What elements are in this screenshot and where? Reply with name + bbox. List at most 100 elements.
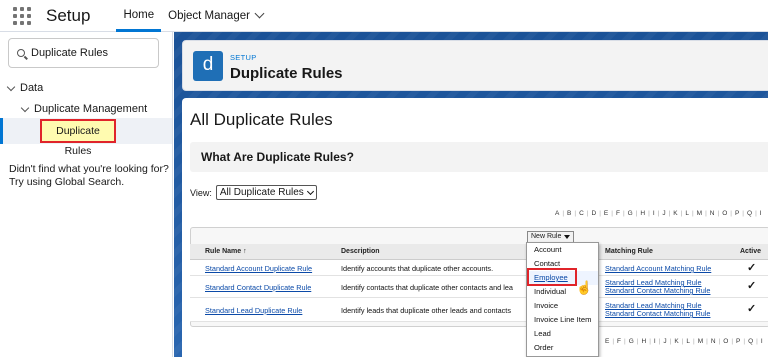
alphabet-letter[interactable]: I (654, 338, 656, 345)
alphabet-separator: | (622, 210, 625, 217)
alphabet-letter[interactable]: E (604, 210, 608, 217)
alphabet-letter[interactable]: F (617, 338, 621, 345)
help-line-1: Didn't find what you're looking for? (9, 163, 169, 175)
alphabet-letter[interactable]: N (711, 338, 716, 345)
alphabet-letter[interactable]: J (662, 210, 665, 217)
alphabet-separator: | (599, 210, 601, 217)
alphabet-letter[interactable]: E (605, 338, 609, 345)
column-rule-name[interactable]: Rule Name ↑ (205, 244, 247, 260)
tab-home[interactable]: Home (116, 0, 162, 32)
alphabet-letter[interactable]: M (697, 210, 702, 217)
app-name: Setup (46, 5, 91, 25)
global-header: Setup Home Object Manager (0, 0, 768, 32)
chevron-down-icon[interactable] (254, 8, 265, 19)
rule-name-link[interactable]: Standard Contact Duplicate Rule (205, 283, 311, 292)
dropdown-item[interactable]: Invoice Line Item (527, 313, 598, 327)
view-row: View: All Duplicate Rules (190, 185, 317, 200)
alphabet-separator: | (658, 338, 661, 345)
alphabet-letter[interactable]: F (616, 210, 620, 217)
alphabet-letter[interactable]: N (710, 210, 715, 217)
alphabet-separator: | (668, 210, 671, 217)
view-select[interactable]: All Duplicate Rules (215, 185, 317, 200)
search-icon (17, 49, 25, 57)
page-title: Duplicate Rules (230, 65, 343, 82)
tab-object-manager-label: Object Manager (168, 9, 250, 22)
alphabet-letter[interactable]: D (592, 210, 597, 217)
what-are-rules-box[interactable]: What Are Duplicate Rules? (190, 142, 768, 172)
hand-cursor-icon: ☝ (576, 280, 593, 295)
duplicate-rules-icon: d (193, 51, 223, 81)
alphabet-letter[interactable]: B (567, 210, 571, 217)
alphabet-letter[interactable]: H (642, 338, 647, 345)
alphabet-separator: | (680, 210, 683, 217)
app-launcher-icon[interactable] (13, 6, 31, 25)
alphabet-separator: | (691, 210, 694, 217)
alphabet-letter[interactable]: I (761, 338, 763, 345)
matching-rule-link[interactable]: Standard Account Matching Rule (605, 264, 711, 273)
alphabet-letter[interactable]: A (555, 210, 559, 217)
alphabet-separator: | (756, 338, 758, 345)
section-heading: All Duplicate Rules (190, 110, 333, 129)
dropdown-item[interactable]: Lead (527, 327, 598, 341)
alphabet-separator: | (730, 210, 732, 217)
alphabet-letter[interactable]: K (673, 210, 677, 217)
view-label: View: (190, 187, 212, 198)
rule-description: Identify accounts that duplicate other a… (341, 264, 494, 273)
tree-item-label: Data (20, 82, 44, 94)
rule-name-link[interactable]: Standard Account Duplicate Rule (205, 264, 312, 273)
alphabet-letter[interactable]: Q (748, 338, 753, 345)
column-matching-rule[interactable]: Matching Rule (605, 244, 653, 260)
active-checkmark-icon: ✓ (747, 280, 757, 292)
alphabet-separator: | (562, 210, 565, 217)
alphabet-letter[interactable]: G (628, 210, 633, 217)
what-are-rules-title: What Are Duplicate Rules? (201, 150, 354, 164)
column-description[interactable]: Description (341, 244, 380, 260)
dropdown-item[interactable]: Account (527, 243, 598, 257)
column-active[interactable]: Active (740, 244, 761, 260)
alphabet-separator: | (612, 338, 615, 345)
tree-item-data[interactable]: Data (6, 82, 44, 94)
chevron-down-icon[interactable] (6, 82, 16, 91)
alphabet-letter[interactable]: I (760, 210, 762, 217)
alphabet-separator: | (705, 210, 707, 217)
alphabet-letter[interactable]: O (723, 338, 728, 345)
view-select-value: All Duplicate Rules (219, 187, 304, 198)
setup-sidebar: Duplicate Rules Data Duplicate Managemen… (0, 32, 173, 357)
alphabet-letter[interactable]: J (663, 338, 666, 345)
employee-highlight-box (527, 268, 577, 286)
alphabet-filter: A | B | C | D | E | F | G | H | I | J | K | L | M | N | O | P | Q | I (555, 210, 768, 217)
alphabet-separator: | (755, 210, 757, 217)
chevron-down-icon[interactable] (20, 103, 30, 112)
alphabet-letter[interactable]: K (674, 338, 678, 345)
alphabet-letter[interactable]: M (698, 338, 703, 345)
alphabet-letter[interactable]: P (735, 210, 739, 217)
alphabet-separator: | (648, 210, 650, 217)
alphabet-letter[interactable]: C (579, 210, 584, 217)
sidebar-item-duplicate-rules[interactable]: Duplicate Rules (40, 119, 116, 157)
tab-object-manager[interactable]: Object Manager (161, 0, 270, 32)
dropdown-item[interactable]: Order (527, 341, 598, 355)
alphabet-separator: | (574, 210, 577, 217)
alphabet-separator: | (611, 210, 613, 217)
alphabet-letter[interactable]: Q (747, 210, 752, 217)
dropdown-item[interactable]: Invoice (527, 299, 598, 313)
tree-item-duplicate-management[interactable]: Duplicate Management (20, 103, 148, 115)
alphabet-separator: | (742, 210, 744, 217)
alphabet-letter[interactable]: P (736, 338, 740, 345)
alphabet-separator: | (657, 210, 660, 217)
alphabet-letter[interactable]: H (640, 210, 645, 217)
alphabet-letter[interactable]: O (722, 210, 727, 217)
alphabet-separator: | (669, 338, 672, 345)
quick-find-input[interactable]: Duplicate Rules (8, 38, 159, 68)
alphabet-separator: | (586, 210, 589, 217)
tree-item-label: Duplicate Management (34, 103, 148, 115)
matching-rule-link[interactable]: Standard Contact Matching Rule (605, 309, 710, 318)
alphabet-filter-bottom: E | F | G | H | I | J | K | L | M | N | O | P | Q | I (605, 338, 768, 345)
rule-name-link[interactable]: Standard Lead Duplicate Rule (205, 306, 302, 315)
alphabet-letter[interactable]: L (686, 338, 690, 345)
alphabet-letter[interactable]: G (629, 338, 634, 345)
alphabet-separator: | (718, 338, 721, 345)
matching-rule-link[interactable]: Standard Contact Matching Rule (605, 286, 710, 295)
alphabet-letter[interactable]: L (685, 210, 689, 217)
alphabet-letter[interactable]: I (653, 210, 655, 217)
